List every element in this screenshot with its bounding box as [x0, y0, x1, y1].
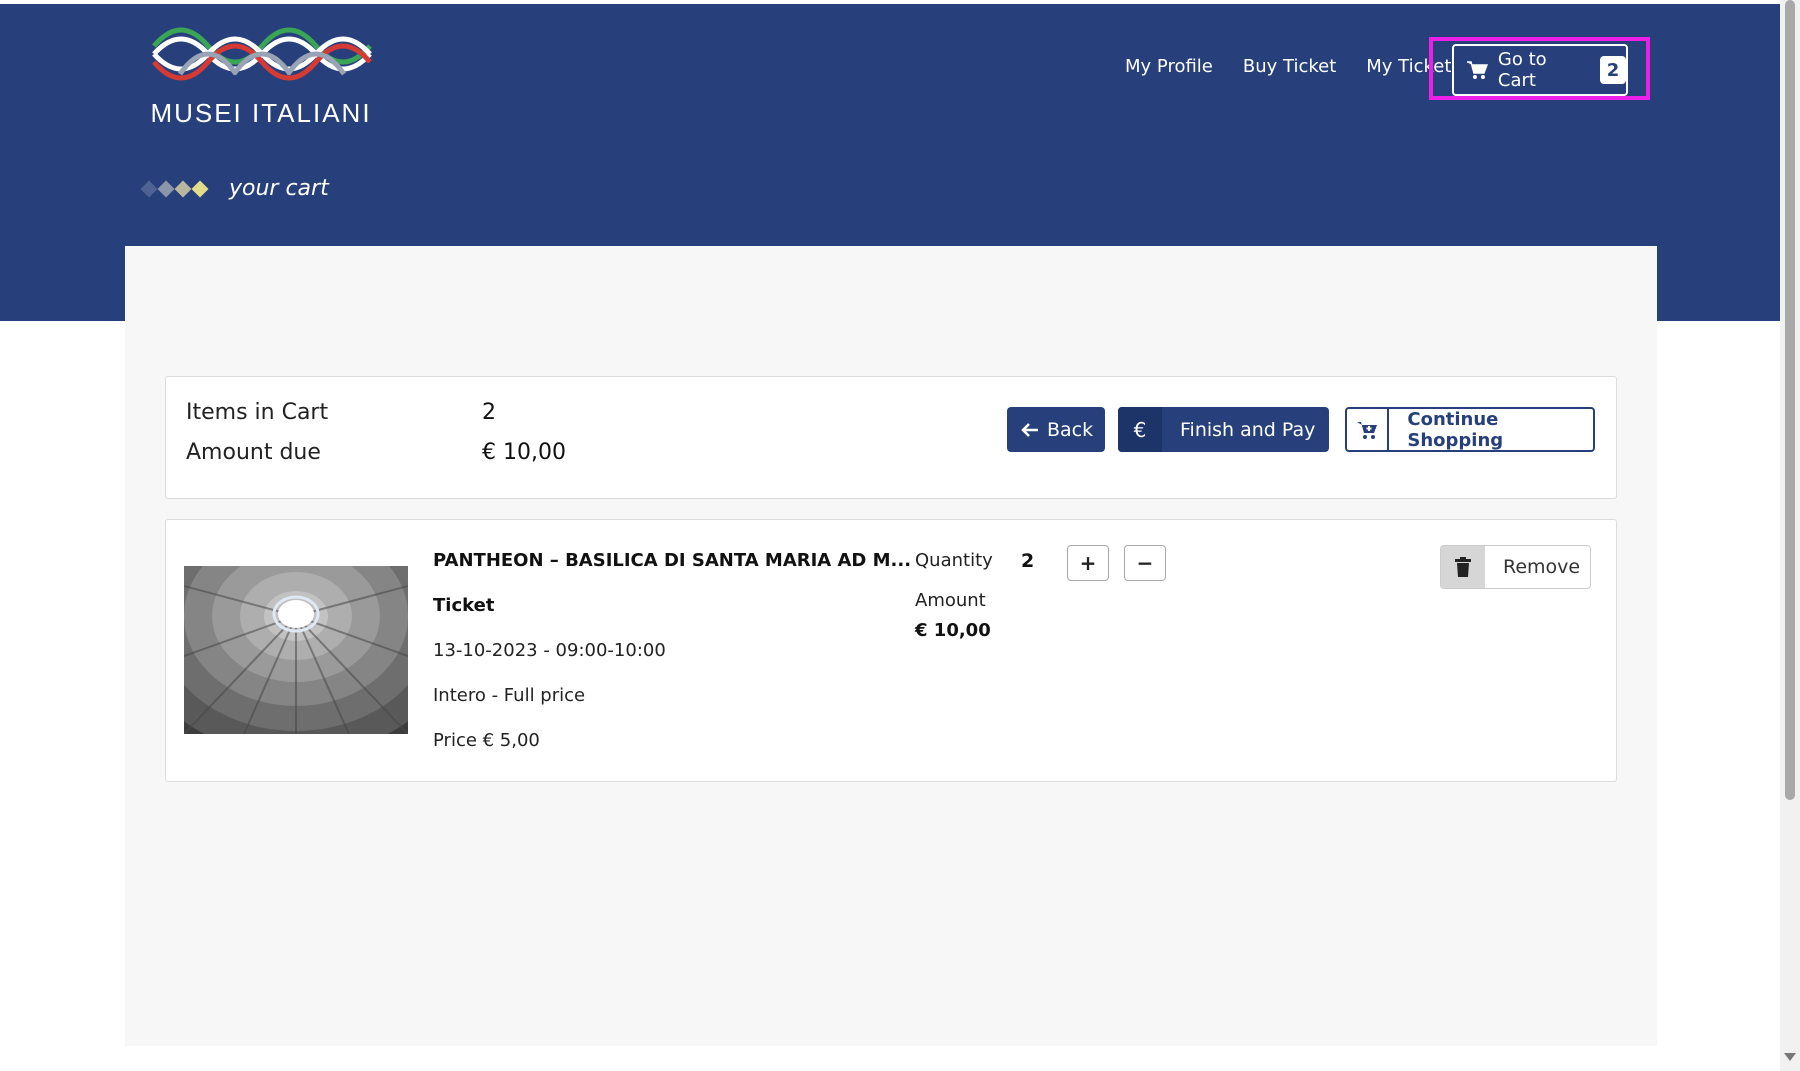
cart-count-badge: 2	[1600, 56, 1627, 84]
cart-item: PANTHEON – BASILICA DI SANTA MARIA AD M.…	[165, 519, 1617, 782]
brand-logo[interactable]: MUSEI ITALIANI	[146, 14, 376, 129]
item-price: Price € 5,00	[433, 730, 540, 751]
logo-waves-icon	[152, 27, 372, 81]
item-thumbnail	[184, 566, 408, 734]
quantity-value: 2	[1021, 550, 1035, 572]
step-diamond-icon	[140, 180, 158, 197]
brand-name: MUSEI ITALIANI	[150, 98, 372, 128]
cart-summary: Items in Cart 2 Amount due € 10,00 Back …	[165, 376, 1617, 499]
main-nav: My Profile Buy Ticket My Ticket	[1125, 56, 1481, 77]
step-diamond-icon	[191, 180, 209, 197]
nav-buy-ticket[interactable]: Buy Ticket	[1243, 56, 1336, 77]
continue-shopping-label: Continue Shopping	[1407, 408, 1504, 451]
amount-label: Amount	[915, 590, 986, 611]
item-type: Ticket	[433, 595, 495, 616]
trash-icon	[1441, 546, 1485, 588]
amount-value: € 10,00	[915, 620, 991, 641]
cart-icon	[1466, 61, 1488, 79]
nav-my-profile[interactable]: My Profile	[1125, 56, 1213, 77]
amount-due-label: Amount due	[186, 440, 321, 465]
scrollbar-thumb[interactable]	[1785, 0, 1795, 800]
arrow-left-icon	[1021, 422, 1038, 437]
item-date: 13-10-2023 - 09:00-10:00	[433, 640, 666, 661]
quantity-decrease-button[interactable]: −	[1124, 545, 1166, 581]
euro-icon: €	[1118, 407, 1162, 452]
step-diamond-icon	[174, 180, 192, 197]
cart-plus-icon	[1347, 409, 1390, 450]
quantity-label: Quantity	[915, 550, 993, 571]
continue-shopping-button[interactable]: Continue Shopping	[1345, 407, 1595, 452]
go-to-cart-button[interactable]: Go to Cart 2	[1452, 44, 1628, 96]
finish-and-pay-button[interactable]: € Finish and Pay	[1118, 407, 1329, 452]
remove-button[interactable]: Remove	[1440, 545, 1591, 589]
finish-and-pay-label: Finish and Pay	[1180, 418, 1316, 441]
go-to-cart-label: Go to Cart	[1497, 49, 1547, 91]
amount-due-value: € 10,00	[482, 440, 566, 465]
remove-label: Remove	[1503, 556, 1581, 578]
items-in-cart-label: Items in Cart	[186, 400, 329, 425]
breadcrumb: your cart	[140, 176, 329, 201]
back-button[interactable]: Back	[1007, 407, 1105, 452]
back-label: Back	[1047, 418, 1094, 441]
item-title: PANTHEON – BASILICA DI SANTA MARIA AD M.…	[433, 550, 912, 571]
page-title: your cart	[229, 176, 329, 201]
item-fare: Intero - Full price	[433, 685, 586, 706]
step-diamond-icon	[157, 180, 175, 197]
page-scrollbar[interactable]	[1780, 0, 1800, 1071]
quantity-increase-button[interactable]: +	[1067, 545, 1109, 581]
items-in-cart-value: 2	[482, 400, 496, 425]
scroll-down-arrow-icon[interactable]	[1784, 1053, 1796, 1061]
